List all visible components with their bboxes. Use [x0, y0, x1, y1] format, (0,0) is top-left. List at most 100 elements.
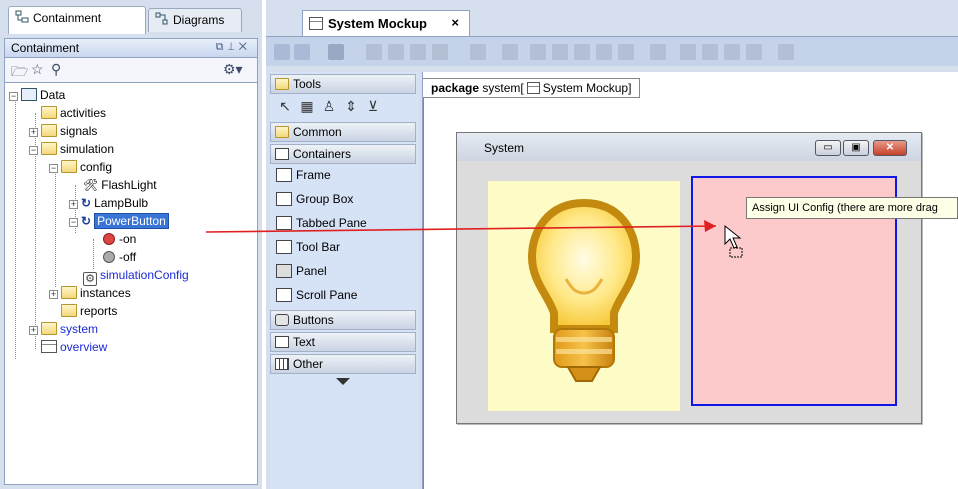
- bezier-icon[interactable]: [596, 44, 612, 60]
- palette-item-scroll-pane[interactable]: Scroll Pane: [274, 284, 357, 306]
- close-window-icon[interactable]: ✕: [873, 140, 907, 156]
- containment-panel: Containment Diagrams Containment ⧉⊥✕ 🗁 ☆…: [0, 0, 262, 489]
- palette-group-containers[interactable]: Containers: [270, 144, 416, 164]
- tree-node-simulation[interactable]: − simulation: [29, 140, 114, 158]
- split-horizontal-icon[interactable]: ⇕: [342, 98, 360, 116]
- folder-icon: [41, 322, 57, 335]
- oblique-icon[interactable]: [574, 44, 590, 60]
- tree-node-flashlight[interactable]: 🛠 FlashLight: [83, 176, 157, 194]
- lightbulb-icon: [527, 198, 641, 382]
- delete-icon[interactable]: [410, 44, 426, 60]
- collapse-icon[interactable]: −: [69, 218, 78, 227]
- paste-icon[interactable]: [388, 44, 404, 60]
- palette-group-text[interactable]: Text: [270, 332, 416, 352]
- minimize-icon[interactable]: ▭: [815, 140, 841, 156]
- palette-item-tool-bar[interactable]: Tool Bar: [274, 236, 340, 258]
- diagram-canvas[interactable]: package system[System Mockup] System ▭ ▣…: [422, 72, 958, 489]
- expand-icon[interactable]: +: [29, 326, 38, 335]
- tree-node-off[interactable]: -off: [103, 248, 136, 266]
- path-style-icon[interactable]: [502, 44, 518, 60]
- tree-node-simulationconfig[interactable]: ⚙ simulationConfig: [83, 266, 189, 286]
- align-icon[interactable]: [680, 44, 696, 60]
- collapse-icon[interactable]: −: [9, 92, 18, 101]
- close-tab-icon[interactable]: ×: [451, 15, 459, 30]
- tree-node-powerbutton[interactable]: − ↻ PowerButton: [69, 212, 169, 230]
- rectilinear-icon[interactable]: [552, 44, 568, 60]
- close-panel-icon[interactable]: ✕: [239, 41, 251, 53]
- button-icon: [275, 314, 289, 326]
- hierarchy-icon[interactable]: [470, 44, 486, 60]
- search-icon[interactable]: ⚲: [51, 61, 61, 78]
- package-frame-label: package system[System Mockup]: [423, 78, 641, 98]
- palette-scroll-down-icon[interactable]: [336, 378, 350, 385]
- distribute-icon[interactable]: [702, 44, 718, 60]
- tree-label: -off: [119, 250, 137, 264]
- tree-node-overview[interactable]: overview: [41, 338, 107, 356]
- palette-item-panel[interactable]: Panel: [274, 260, 327, 282]
- tree-node-instances[interactable]: + instances: [49, 284, 131, 302]
- tree-label: overview: [60, 340, 108, 354]
- tree-node-lampbulb[interactable]: + ↻ LampBulb: [69, 194, 148, 212]
- palette-item-label: Group Box: [296, 192, 354, 206]
- split-icon[interactable]: [618, 44, 634, 60]
- back-icon[interactable]: [274, 44, 290, 60]
- format-painter-icon[interactable]: [746, 44, 762, 60]
- package-icon: [21, 88, 37, 101]
- mockup-frame-window[interactable]: System ▭ ▣ ✕: [456, 132, 922, 424]
- palette-group-common[interactable]: Common: [270, 122, 416, 142]
- copy-icon[interactable]: [366, 44, 382, 60]
- tree-guide: [93, 239, 94, 269]
- size-icon[interactable]: [724, 44, 740, 60]
- collapse-icon[interactable]: −: [49, 164, 58, 173]
- mockup-window-title: System: [484, 141, 525, 155]
- expand-icon[interactable]: +: [69, 200, 78, 209]
- stamp-icon[interactable]: ♙: [320, 98, 338, 116]
- expand-icon[interactable]: +: [29, 128, 38, 137]
- palette-group-label: Tools: [293, 77, 322, 91]
- tree-label: instances: [80, 286, 131, 300]
- tree-node-signals[interactable]: + signals: [29, 122, 97, 140]
- layout-icon[interactable]: [432, 44, 448, 60]
- diagram-icon: [41, 340, 57, 353]
- forward-icon[interactable]: [294, 44, 310, 60]
- palette-group-buttons[interactable]: Buttons: [270, 310, 416, 330]
- restore-icon[interactable]: ⧉: [216, 41, 228, 53]
- mockup-panel-lightbulb[interactable]: [488, 181, 680, 411]
- package-keyword: package: [431, 81, 480, 95]
- marquee-icon[interactable]: ▦: [298, 98, 316, 116]
- align-bottom-icon[interactable]: ⊻: [364, 98, 382, 116]
- tree-label: signals: [60, 124, 98, 138]
- line-icon[interactable]: [530, 44, 546, 60]
- settings-gear-icon[interactable]: ⚙▾: [223, 61, 243, 78]
- tree-node-activities[interactable]: activities: [41, 104, 106, 122]
- tree-node-system[interactable]: + system: [29, 320, 98, 338]
- tab-diagrams[interactable]: Diagrams: [148, 8, 242, 32]
- palette-item-label: Tabbed Pane: [296, 216, 367, 230]
- tree-node-reports[interactable]: reports: [61, 302, 117, 320]
- palette-item-group-box[interactable]: Group Box: [274, 188, 353, 210]
- collapse-icon[interactable]: −: [29, 146, 38, 155]
- tab-system-mockup[interactable]: System Mockup ×: [302, 10, 470, 36]
- palette-item-frame[interactable]: Frame: [274, 164, 331, 186]
- favorite-star-icon[interactable]: ☆: [31, 61, 44, 78]
- tab-containment[interactable]: Containment: [8, 6, 146, 34]
- scroll-pane-icon: [276, 288, 292, 302]
- palette-group-other[interactable]: Other: [270, 354, 416, 374]
- containment-tree-icon[interactable]: [328, 44, 344, 60]
- expand-icon[interactable]: +: [49, 290, 58, 299]
- folder-icon: [61, 286, 77, 299]
- more-tools-icon[interactable]: [778, 44, 794, 60]
- tree-label: activities: [60, 106, 107, 120]
- palette-group-tools[interactable]: Tools: [270, 74, 416, 94]
- state-machine-icon: ↻: [81, 196, 92, 210]
- tree-node-data[interactable]: − Data: [9, 86, 65, 104]
- palette-item-tabbed-pane[interactable]: Tabbed Pane: [274, 212, 367, 234]
- fill-color-icon[interactable]: [650, 44, 666, 60]
- pointer-icon[interactable]: ↖: [276, 98, 294, 116]
- pin-icon[interactable]: ⊥: [227, 41, 238, 53]
- tree-node-config[interactable]: − config: [49, 158, 112, 176]
- package-frame-border: [423, 98, 424, 489]
- tree-node-on[interactable]: -on: [103, 230, 136, 248]
- tree-label: simulationConfig: [100, 268, 189, 282]
- maximize-icon[interactable]: ▣: [843, 140, 869, 156]
